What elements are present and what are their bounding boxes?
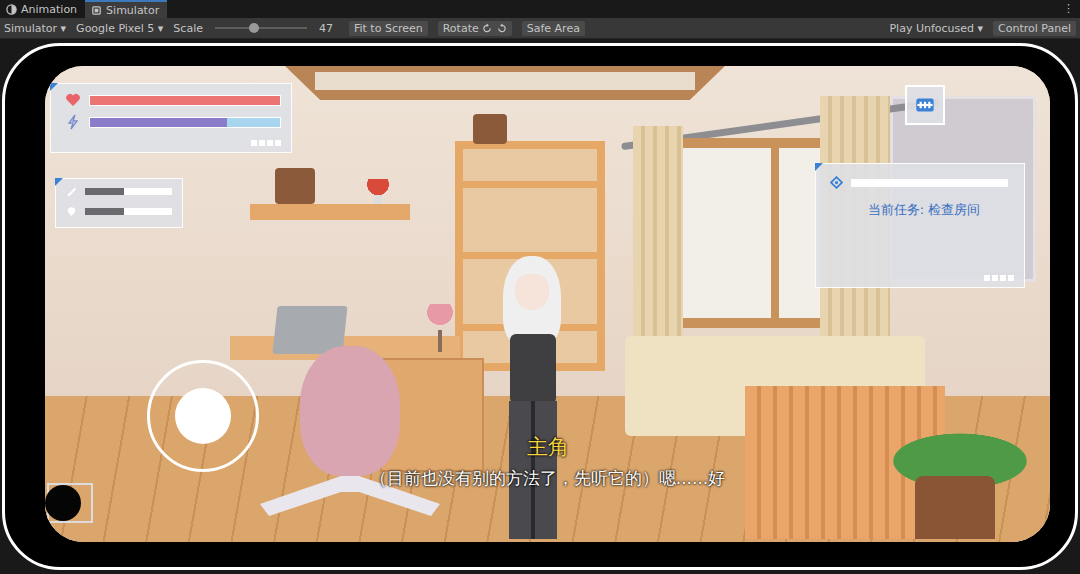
unity-editor: Animation Simulator ⋮ Simulator ▾ Google… (0, 0, 1080, 574)
energy-row (65, 114, 281, 130)
wall-shelf (250, 204, 410, 220)
pip (992, 275, 998, 281)
scale-reading: 47 (319, 22, 333, 35)
play-mode-dropdown[interactable]: Play Unfocused ▾ (889, 22, 983, 35)
fit-to-screen-button[interactable]: Fit to Screen (349, 21, 428, 36)
energy-bar (89, 117, 281, 128)
rotate-right-icon[interactable] (496, 23, 507, 34)
curtain (633, 126, 683, 366)
window-pane (680, 148, 771, 318)
pip (275, 140, 281, 146)
editor-tab-bar: Animation Simulator ⋮ (0, 0, 1080, 18)
pip (259, 140, 265, 146)
stat-fill (85, 208, 124, 215)
player-character (485, 256, 580, 539)
scale-slider[interactable] (215, 22, 307, 34)
character-face (515, 274, 549, 310)
floor-plant-pot (915, 476, 995, 539)
safe-area-button[interactable]: Safe Area (522, 21, 585, 36)
scale-label: Scale (173, 22, 203, 35)
desk-chair (300, 346, 400, 476)
lightning-icon (65, 114, 81, 130)
virtual-joystick[interactable] (147, 360, 259, 472)
action-dot (45, 485, 81, 521)
control-panel-button[interactable]: Control Panel (993, 21, 1076, 36)
editor-tab[interactable]: Simulator (85, 0, 167, 18)
stat-row (66, 206, 172, 217)
sword-icon (66, 186, 77, 197)
speaker-name: 主角 (527, 434, 569, 461)
rotate-left-icon[interactable] (482, 23, 493, 34)
shield-icon (66, 206, 77, 217)
dialogue-box[interactable]: 主角 （目前也没有别的方法了，先听它的）嗯......好 (195, 434, 900, 489)
mode-dropdown[interactable]: Simulator ▾ (4, 22, 66, 35)
energy-fill (90, 118, 227, 127)
phone-frame: 当前任务: 检查房间 主角 （目前也没有别的方法了，先听它的）嗯......好 (2, 43, 1078, 570)
slider-thumb[interactable] (249, 23, 259, 33)
task-label: 当前任务: 检查房间 (830, 201, 1008, 219)
stat-bar (85, 208, 172, 215)
stats-panel (55, 178, 183, 228)
game-screen: 当前任务: 检查房间 主角 （目前也没有别的方法了，先听它的）嗯......好 (45, 66, 1050, 542)
simulator-toolbar: Simulator ▾ Google Pixel 5 ▾ Scale 47 Fi… (0, 18, 1080, 39)
bookshelf-shelf (463, 181, 597, 188)
phone-icon (91, 5, 102, 16)
bag-icon (912, 92, 938, 118)
dialogue-line: （目前也没有别的方法了，先听它的）嗯......好 (370, 467, 725, 489)
editor-tab[interactable]: Animation (0, 0, 85, 18)
simulator-stage: 当前任务: 检查房间 主角 （目前也没有别的方法了，先听它的）嗯......好 (0, 39, 1080, 574)
action-button[interactable] (47, 483, 93, 523)
page-pips (984, 275, 1014, 281)
desk-lamp (420, 304, 460, 352)
character-torso (510, 334, 556, 404)
task-header-bar (851, 179, 1008, 187)
slider-track (215, 27, 307, 29)
stat-bar (85, 188, 172, 195)
health-bar (89, 95, 281, 106)
pip (267, 140, 273, 146)
ceiling-beam (285, 66, 725, 100)
pip (1008, 275, 1014, 281)
device-dropdown[interactable]: Google Pixel 5 ▾ (76, 22, 163, 35)
task-panel: 当前任务: 检查房间 (815, 163, 1025, 288)
page-pips (251, 140, 281, 146)
more-menu-button[interactable]: ⋮ (1057, 0, 1080, 18)
menu-button[interactable] (905, 85, 945, 125)
plant-pot (473, 114, 507, 144)
health-row (65, 92, 281, 108)
status-panel (50, 83, 292, 153)
pip (984, 275, 990, 281)
joystick-knob[interactable] (175, 388, 231, 444)
stat-fill (85, 188, 124, 195)
stat-row (66, 186, 172, 197)
mushroom-ornament (363, 179, 393, 204)
health-fill (90, 96, 280, 105)
plant-pot (275, 168, 315, 204)
pip (1000, 275, 1006, 281)
animation-icon (6, 4, 17, 15)
heart-icon (65, 92, 81, 108)
pip (251, 140, 257, 146)
diamond-icon (830, 176, 843, 189)
task-header (830, 176, 1008, 189)
rotate-button[interactable]: Rotate (438, 21, 512, 36)
